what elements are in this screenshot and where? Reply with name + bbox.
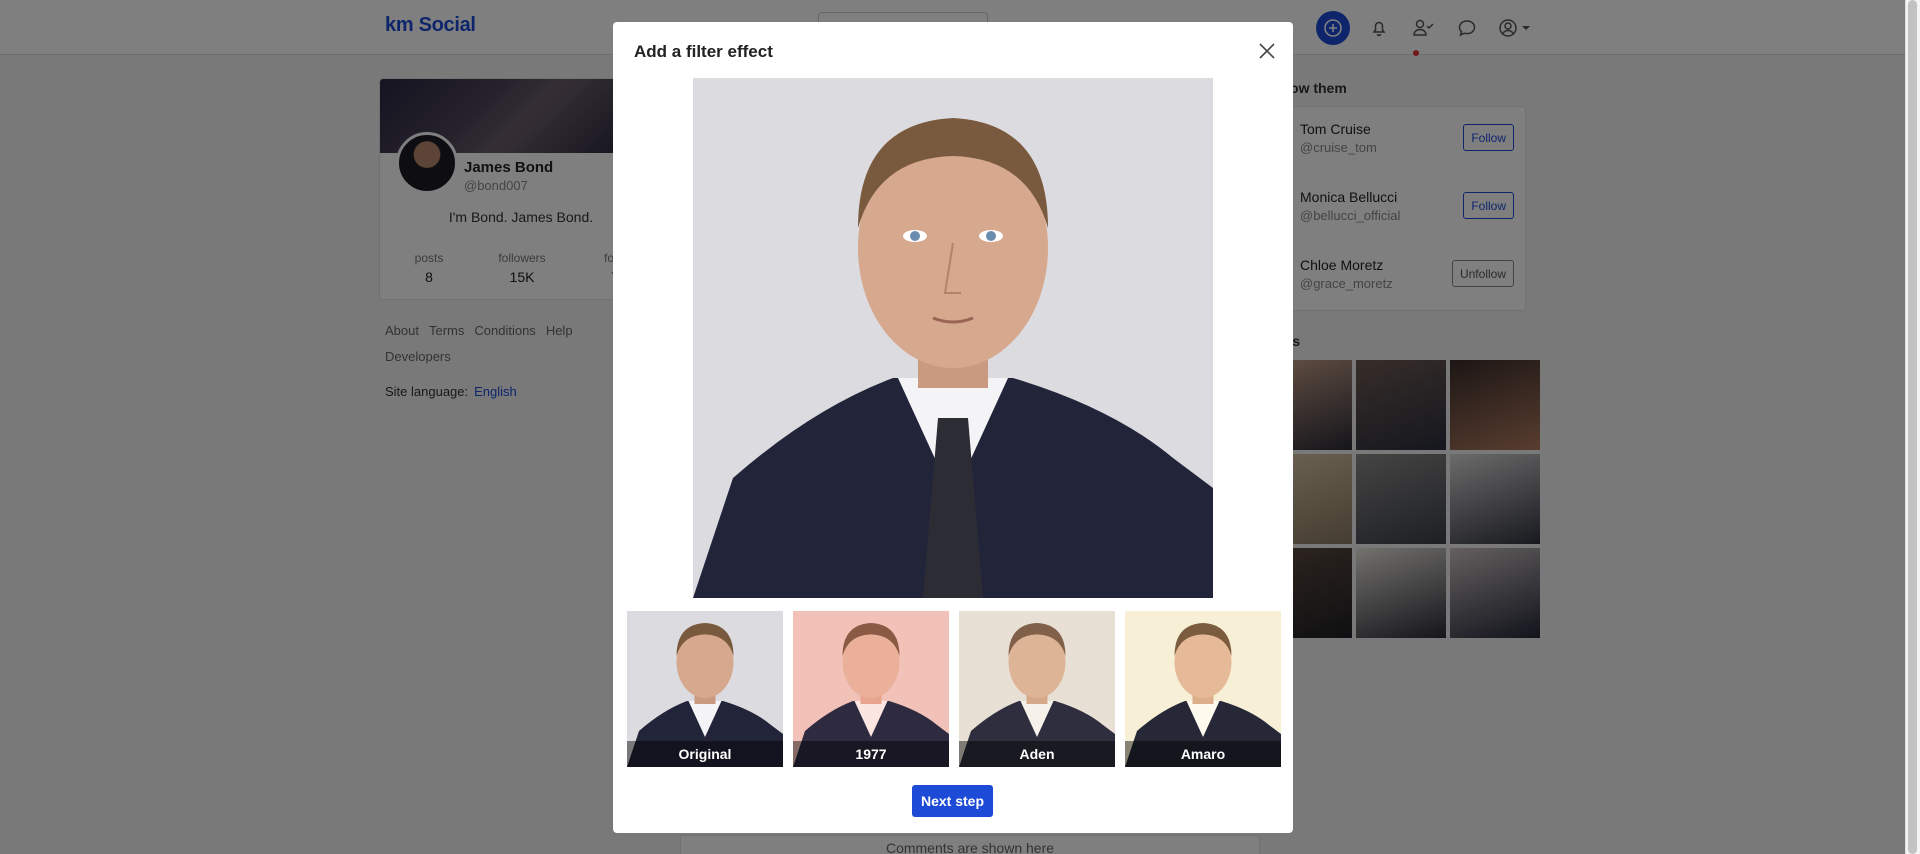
filter-label: 1977: [793, 741, 949, 767]
filter-label: Amaro: [1125, 741, 1281, 767]
next-step-button[interactable]: Next step: [912, 785, 993, 817]
filter-aden[interactable]: Aden: [959, 611, 1115, 767]
filter-modal: Add a filter effect Original 1977 Aden A…: [613, 22, 1293, 833]
image-preview: [693, 78, 1213, 598]
filter-label: Original: [627, 741, 783, 767]
filter-options: Original 1977 Aden Amaro: [627, 611, 1281, 767]
filter-amaro[interactable]: Amaro: [1125, 611, 1281, 767]
filter-1977[interactable]: 1977: [793, 611, 949, 767]
scrollbar-thumb[interactable]: [1908, 0, 1917, 854]
filter-label: Aden: [959, 741, 1115, 767]
scrollbar[interactable]: [1905, 0, 1920, 854]
portrait-image: [693, 78, 1213, 598]
modal-title: Add a filter effect: [634, 42, 773, 61]
filter-original[interactable]: Original: [627, 611, 783, 767]
close-icon[interactable]: [1255, 39, 1279, 63]
